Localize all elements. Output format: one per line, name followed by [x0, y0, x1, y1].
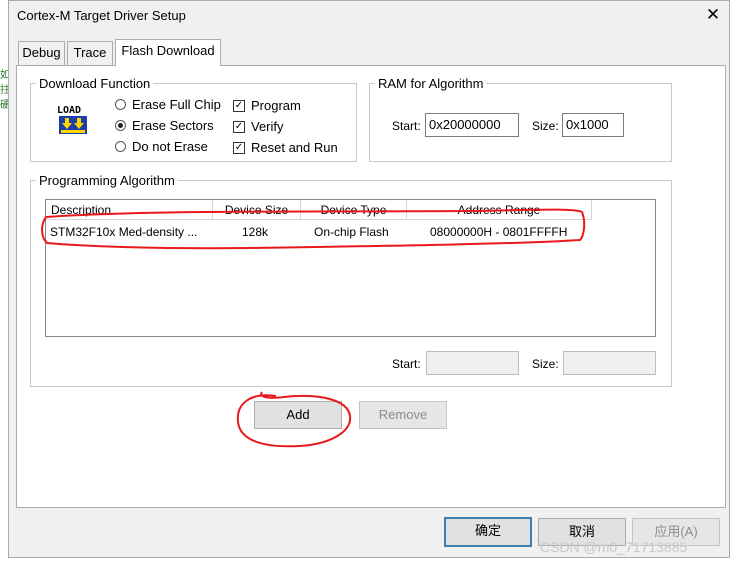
annotation-row-outline: [41, 208, 586, 250]
red-annotation-overlay: [41, 208, 586, 448]
watermark: CSDN @m0_71713885: [540, 539, 688, 555]
tab-flash-download[interactable]: Flash Download: [115, 39, 221, 66]
annotation-add-circle: [236, 391, 352, 448]
